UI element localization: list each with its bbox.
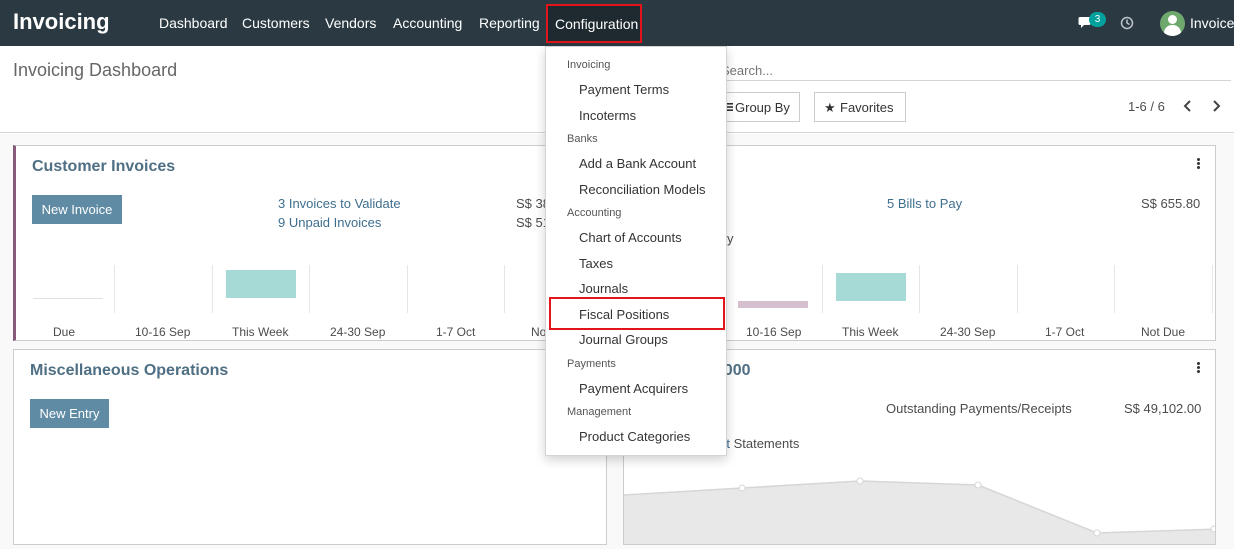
search-input[interactable] — [721, 61, 1231, 81]
unpaid-invoices-link[interactable]: 9 Unpaid Invoices — [278, 215, 381, 230]
chart-gridline — [1017, 265, 1018, 313]
app-brand[interactable]: Invoicing — [13, 9, 110, 35]
dropdown-section-header: Banks — [567, 133, 598, 145]
star-icon: ★ — [824, 100, 836, 115]
chart-point[interactable] — [1210, 525, 1216, 533]
chevron-right-icon[interactable] — [1210, 99, 1222, 113]
chart-label: Due — [53, 325, 76, 339]
dropdown-section-header: Payments — [567, 358, 616, 370]
dropdown-section-header: Management — [567, 406, 632, 418]
favorites-label: Favorites — [840, 100, 894, 115]
configuration-dropdown: Invoicing Payment Terms Incoterms Banks … — [545, 46, 727, 456]
chart-label: 24-30 Sep — [940, 325, 996, 339]
partial-text: y — [727, 231, 734, 246]
customer-invoices-card: Customer Invoices New Invoice 3 Invoices… — [13, 145, 608, 341]
bills-to-pay-link[interactable]: 5 Bills to Pay — [887, 196, 962, 211]
menu-item-fiscal-positions[interactable]: Fiscal Positions — [579, 307, 669, 322]
menu-item-journals[interactable]: Journals — [579, 281, 628, 296]
misc-operations-card: Miscellaneous Operations New Entry — [13, 349, 607, 545]
clock-icon[interactable] — [1120, 16, 1134, 30]
pager-value: 1-6 / 6 — [1128, 99, 1165, 114]
chart-gridline — [822, 265, 823, 313]
kebab-menu-icon[interactable] — [1197, 362, 1201, 374]
menu-item-chart-of-accounts[interactable]: Chart of Accounts — [579, 230, 682, 245]
menu-configuration[interactable]: Configuration — [546, 4, 642, 43]
chart-label: 24-30 Sep — [330, 325, 386, 339]
menu-item-payment-acquirers[interactable]: Payment Acquirers — [579, 381, 688, 396]
statements-link-rest: Statements — [729, 436, 800, 451]
statements-link[interactable]: rt Statements — [722, 436, 799, 451]
chart-bar-due[interactable] — [33, 298, 103, 299]
menu-item-taxes[interactable]: Taxes — [579, 256, 613, 271]
chart-label: 10-16 Sep — [135, 325, 191, 339]
new-entry-button[interactable]: New Entry — [30, 399, 109, 428]
menu-item-payment-terms[interactable]: Payment Terms — [579, 82, 669, 97]
menu-configuration-label: Configuration — [555, 16, 639, 32]
chart-bar-this-week[interactable] — [836, 273, 906, 301]
bills-amount: S$ 655.80 — [1141, 196, 1201, 211]
menu-dashboard[interactable]: Dashboard — [159, 15, 228, 31]
chart-bar-10-16-sep[interactable] — [738, 301, 808, 308]
menu-item-add-bank-account[interactable]: Add a Bank Account — [579, 156, 696, 171]
chart-bar-this-week[interactable] — [226, 270, 296, 298]
chevron-left-icon[interactable] — [1182, 99, 1194, 113]
chart-point[interactable] — [1093, 529, 1101, 537]
invoices-to-validate-link[interactable]: 3 Invoices to Validate — [278, 196, 401, 211]
chart-gridline — [504, 265, 505, 313]
chart-point[interactable] — [738, 484, 746, 492]
line-chart — [624, 477, 1216, 544]
new-invoice-button[interactable]: New Invoice — [32, 195, 122, 224]
chart-label: This Week — [842, 325, 899, 339]
chart-gridline — [919, 265, 920, 313]
menu-item-journal-groups[interactable]: Journal Groups — [579, 332, 668, 347]
menu-item-incoterms[interactable]: Incoterms — [579, 108, 636, 123]
favorites-button[interactable]: ★ Favorites — [814, 92, 906, 122]
kebab-menu-icon[interactable] — [1197, 158, 1201, 170]
chart-gridline — [407, 265, 408, 313]
chart-gridline — [1114, 265, 1115, 313]
dropdown-section-header: Accounting — [567, 207, 622, 219]
dropdown-section-header: Invoicing — [567, 59, 611, 71]
chart-label: 1-7 Oct — [436, 325, 476, 339]
menu-reporting[interactable]: Reporting — [479, 15, 540, 31]
menu-item-reconciliation-models[interactable]: Reconciliation Models — [579, 182, 705, 197]
chart-gridline — [212, 265, 213, 313]
menu-vendors[interactable]: Vendors — [325, 15, 376, 31]
outstanding-amount: S$ 49,102.00 — [1124, 401, 1202, 416]
chart-point[interactable] — [856, 477, 864, 485]
page-title: Invoicing Dashboard — [13, 60, 178, 80]
chart-label: 1-7 Oct — [1045, 325, 1085, 339]
menu-item-product-categories[interactable]: Product Categories — [579, 429, 690, 444]
chart-label: This Week — [232, 325, 289, 339]
card-title[interactable]: Customer Invoices — [32, 158, 175, 176]
menu-customers[interactable]: Customers — [242, 15, 310, 31]
chart-point[interactable] — [974, 481, 982, 489]
chart-label: 10-16 Sep — [746, 325, 802, 339]
group-by-label: Group By — [735, 100, 790, 115]
chart-gridline — [114, 265, 115, 313]
card-title[interactable]: Miscellaneous Operations — [30, 362, 228, 380]
chart-gridline — [309, 265, 310, 313]
chart-label: Not Due — [1141, 325, 1186, 339]
menu-accounting[interactable]: Accounting — [393, 15, 462, 31]
top-navbar: Invoicing Dashboard Customers Vendors Ac… — [0, 0, 1234, 46]
outstanding-label: Outstanding Payments/Receipts — [886, 401, 1072, 416]
user-name[interactable]: Invoice — [1190, 15, 1234, 31]
chart-gridline — [1212, 265, 1213, 313]
user-avatar[interactable] — [1160, 11, 1185, 36]
chat-badge: 3 — [1089, 12, 1106, 27]
